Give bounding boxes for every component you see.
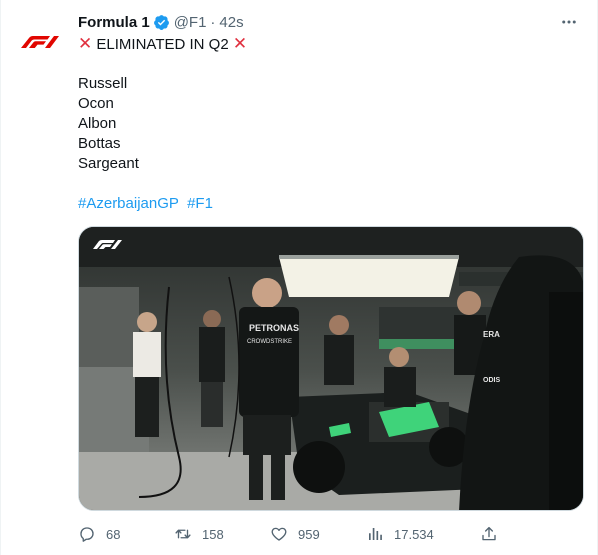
garage-photo: PETRONAS CROWDSTRIKE ERA ODIS [79,227,583,510]
share-button[interactable] [480,525,508,543]
driver-name: Russell [78,75,128,92]
separator-dot: · [210,13,216,31]
red-x-icon: ✕ [78,34,93,53]
driver-name: Ocon [78,95,114,112]
views-chart-icon [369,528,382,540]
reply-count: 68 [106,526,121,542]
views-count: 17.534 [394,526,434,542]
retweet-icon [175,529,191,539]
driver-name: Albon [78,115,117,132]
retweet-count: 158 [202,526,224,542]
red-x-icon: ✕ [232,34,248,53]
reply-button[interactable]: 68 [78,525,174,543]
tweet-timestamp[interactable]: 42s [219,14,243,31]
author-handle[interactable]: @F1 [174,14,207,31]
shirt-text: ERA [483,330,500,339]
more-options-button[interactable] [557,12,581,32]
views-button[interactable]: 17.534 [366,525,480,543]
heart-icon [271,527,287,541]
driver-name: Bottas [78,135,121,152]
shirt-text: PETRONAS [249,323,299,333]
shirt-text: ODIS [483,377,500,384]
tweet-card[interactable]: Formula 1 @F1 · 42s ✕ ELIMINATED IN Q2 ✕… [0,0,598,555]
hashtag-link[interactable]: #F1 [187,195,213,212]
reply-icon [80,527,94,542]
tweet-actions: 68 158 959 17.534 [78,522,578,546]
tweet-photo[interactable]: PETRONAS CROWDSTRIKE ERA ODIS [78,226,584,511]
retweet-button[interactable]: 158 [174,525,270,543]
hashtags: #AzerbaijanGP #F1 [78,194,578,214]
verified-badge-icon [153,14,169,30]
avatar[interactable] [17,18,65,66]
driver-name: Sargeant [78,155,139,172]
f1-logo-icon [21,36,59,48]
tweet-header: Formula 1 @F1 · 42s [78,12,244,32]
hashtag-link[interactable]: #AzerbaijanGP [78,195,179,212]
share-icon [482,526,496,541]
like-button[interactable]: 959 [270,525,366,543]
author-name[interactable]: Formula 1 [78,14,150,31]
shirt-text: CROWDSTRIKE [247,339,292,345]
headline: ELIMINATED IN Q2 [96,36,229,53]
like-count: 959 [298,526,320,542]
headline-line: ✕ ELIMINATED IN Q2 ✕ [78,34,578,54]
tweet-text: ✕ ELIMINATED IN Q2 ✕ Russell Ocon Albon … [78,34,578,214]
more-icon [562,20,576,24]
